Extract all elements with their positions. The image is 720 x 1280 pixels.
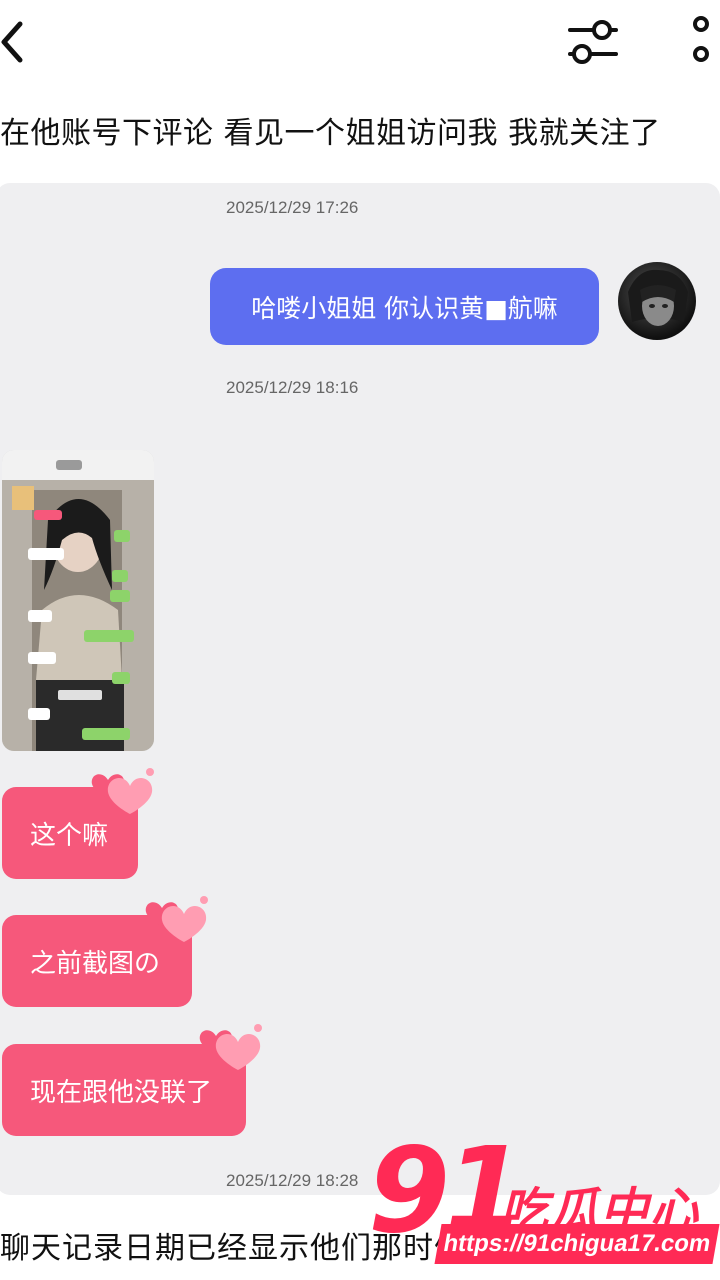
chat-timestamp: 2025/12/29 18:28 [226, 1171, 359, 1190]
heart-icon [145, 896, 208, 942]
heart-icon [91, 768, 154, 814]
site-watermark: 91 吃瓜中心 https://91chigua17.com [368, 1125, 720, 1280]
top-bar [0, 0, 720, 90]
shared-screenshot-image[interactable] [2, 450, 154, 751]
chat-timestamp: 2025/12/29 18:16 [226, 378, 359, 397]
sliders-icon[interactable] [566, 18, 620, 66]
heart-icon [199, 1024, 262, 1070]
chevron-left-icon[interactable] [0, 20, 26, 64]
avatar [618, 262, 696, 340]
outgoing-message-bubble: 哈喽小姐姐 你认识黄■航嘛 [210, 268, 599, 345]
watermark-url: https://91chigua17.com [434, 1224, 720, 1264]
post-caption: 在他账号下评论 看见一个姐姐访问我 我就关注了 [0, 116, 661, 151]
chat-timestamp: 2025/12/29 17:26 [226, 198, 359, 217]
more-vertical-icon[interactable] [688, 14, 714, 68]
